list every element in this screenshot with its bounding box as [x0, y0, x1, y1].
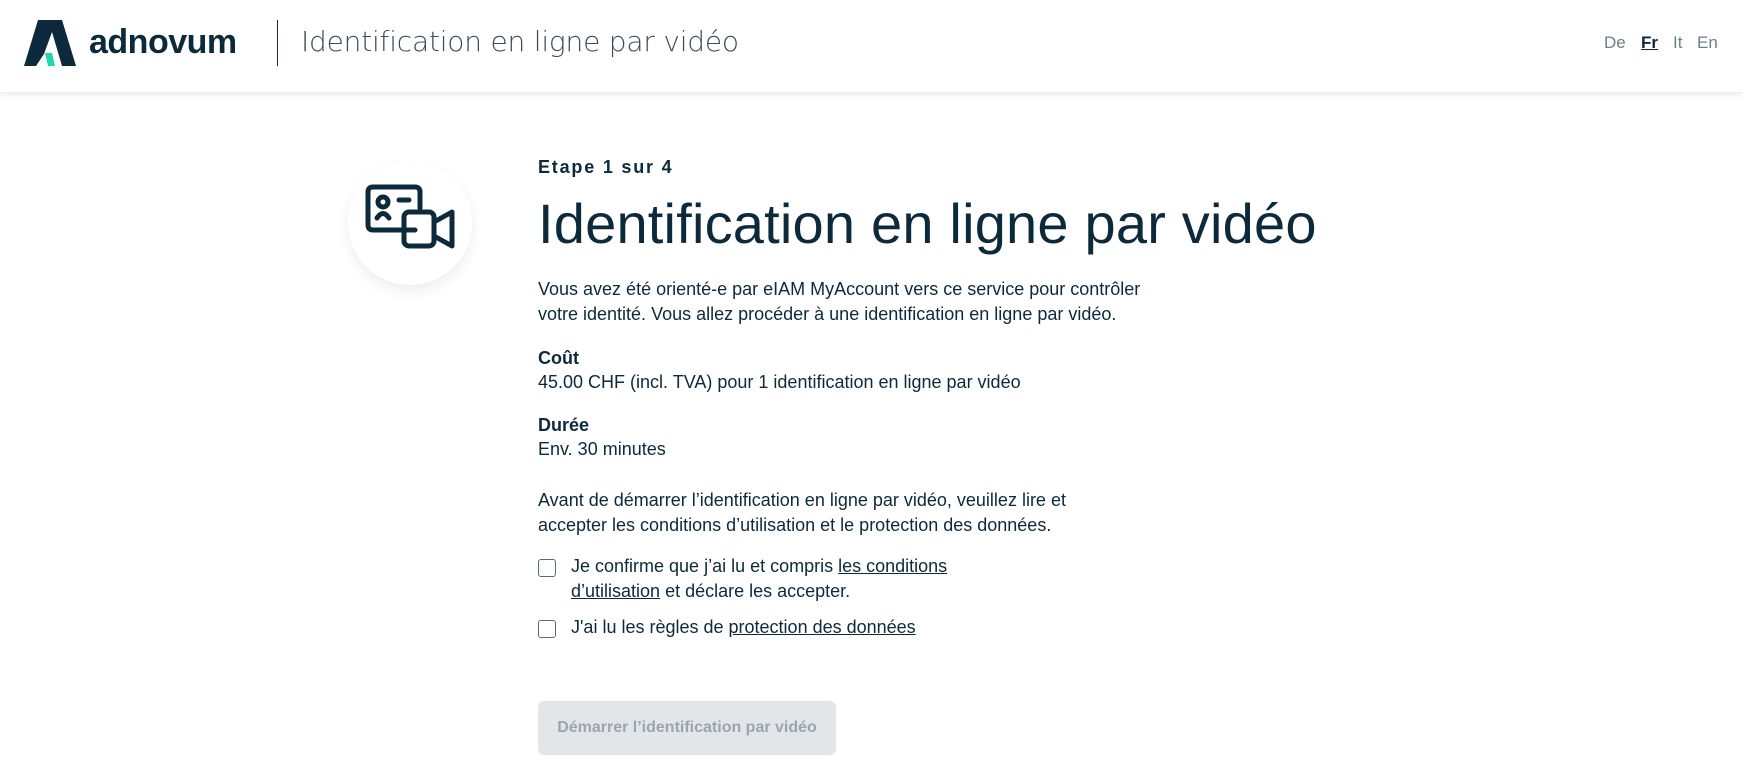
cost-value: 45.00 CHF (incl. TVA) pour 1 identificat… — [538, 372, 1021, 392]
duration-label: Durée — [538, 415, 590, 435]
duration-value: Env. 30 minutes — [538, 439, 666, 459]
terms-checkbox[interactable] — [538, 559, 556, 577]
step-icon-badge — [348, 161, 472, 285]
privacy-text-before: J'ai lu les règles de — [571, 617, 729, 637]
header-divider — [277, 20, 278, 66]
top-header: adnovum Identification en ligne par vidé… — [0, 0, 1743, 93]
header-title: Identification en ligne par vidéo — [301, 25, 739, 58]
intro-text: Vous avez été orienté-e par eIAM MyAccou… — [538, 279, 1141, 324]
privacy-checkbox-label[interactable]: J'ai lu les règles de protection des don… — [571, 615, 916, 640]
lang-fr[interactable]: Fr — [1641, 33, 1658, 53]
lang-de[interactable]: De — [1604, 33, 1626, 53]
cost-label: Coût — [538, 348, 579, 368]
terms-consent-row: Je confirme que j’ai lu et compris les c… — [538, 554, 1038, 604]
consent-notice: Avant de démarrer l’identification en li… — [538, 490, 1066, 535]
privacy-link[interactable]: protection des données — [729, 617, 916, 637]
adnovum-logo-icon — [24, 20, 76, 66]
terms-text-after: et déclare les accepter. — [660, 581, 851, 601]
page-title: Identification en ligne par vidéo — [538, 192, 1317, 255]
privacy-checkbox[interactable] — [538, 620, 556, 638]
video-id-card-icon — [365, 184, 455, 249]
start-video-identification-button[interactable]: Démarrer l’identification par vidéo — [538, 701, 836, 755]
privacy-consent-row: J'ai lu les règles de protection des don… — [538, 615, 1038, 640]
lang-it[interactable]: It — [1673, 33, 1682, 53]
step-indicator: Etape 1 sur 4 — [538, 157, 674, 177]
terms-text-before: Je confirme que j’ai lu et compris — [571, 556, 839, 576]
terms-checkbox-label[interactable]: Je confirme que j’ai lu et compris les c… — [571, 554, 1038, 604]
brand-name: adnovum — [89, 23, 237, 61]
step-content: Etape 1 sur 4 Identification en ligne pa… — [538, 155, 1438, 640]
lang-en[interactable]: En — [1697, 33, 1718, 53]
